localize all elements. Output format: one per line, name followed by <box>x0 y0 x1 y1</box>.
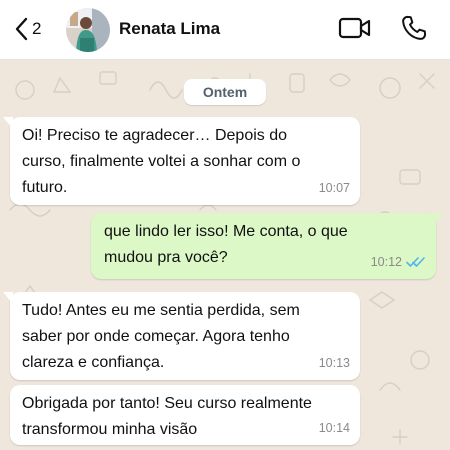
video-camera-icon <box>338 17 371 39</box>
video-call-button[interactable] <box>338 14 372 42</box>
bubble-tail <box>433 213 443 225</box>
bubble-tail <box>3 117 13 129</box>
contact-name[interactable]: Renata Lima <box>119 19 220 39</box>
date-separator: Ontem <box>184 79 266 105</box>
message-meta: 10:14 <box>319 415 350 441</box>
message-bubble-incoming[interactable]: Tudo! Antes eu me sentia perdida, sem sa… <box>3 292 360 380</box>
phone-icon <box>402 15 427 40</box>
message-meta: 10:07 <box>319 175 350 201</box>
message-time: 10:12 <box>370 255 402 269</box>
voice-call-button[interactable] <box>400 13 428 43</box>
back-button[interactable]: 2 <box>14 14 54 44</box>
message-meta: 10:13 <box>319 350 350 376</box>
message-time: 10:14 <box>318 421 350 435</box>
avatar-photo <box>66 8 110 52</box>
unread-count: 2 <box>32 19 42 38</box>
avatar[interactable] <box>66 8 110 52</box>
message-text: Oi! Preciso te agradecer… Depois do curs… <box>22 127 301 196</box>
message-meta: 10:12 <box>371 249 426 275</box>
message-time: 10:13 <box>318 356 350 370</box>
message-text: Obrigada por tanto! Seu curso realmente … <box>22 395 312 438</box>
bubble-tail <box>3 292 13 304</box>
message-time: 10:07 <box>318 181 350 195</box>
chevron-left-icon <box>15 17 28 41</box>
double-check-icon <box>406 257 425 267</box>
chat-header: 2 Renata Lima <box>0 0 450 60</box>
message-bubble-outgoing[interactable]: que lindo ler isso! Me conta, o que mudo… <box>91 213 443 279</box>
message-text: Tudo! Antes eu me sentia perdida, sem sa… <box>22 302 300 371</box>
message-bubble-incoming[interactable]: Obrigada por tanto! Seu curso realmente … <box>10 385 360 445</box>
message-bubble-incoming[interactable]: Oi! Preciso te agradecer… Depois do curs… <box>3 117 360 205</box>
